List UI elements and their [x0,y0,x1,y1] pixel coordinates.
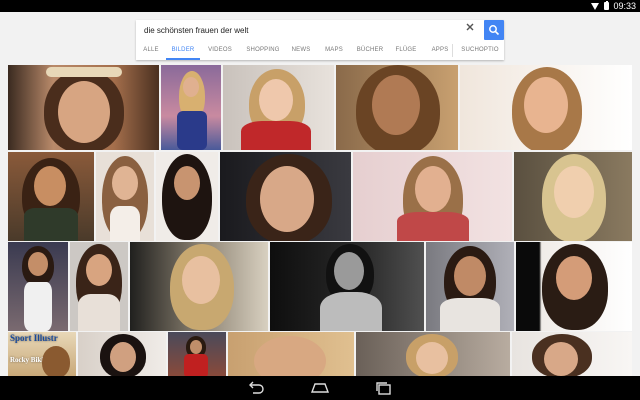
search-input[interactable] [144,24,464,37]
tab-videos[interactable]: VIDEOS [200,41,240,60]
search-button[interactable] [484,20,504,40]
search-icon [489,25,500,36]
result-image[interactable] [460,65,632,150]
result-image[interactable] [8,65,159,150]
close-icon[interactable] [464,21,476,33]
tab-buecher[interactable]: BÜCHER [352,41,388,60]
search-tabs: ALLE BILDER VIDEOS SHOPPING NEWS MAPS BÜ… [136,41,504,60]
recents-icon[interactable] [374,380,394,396]
result-image[interactable] [156,152,218,241]
wifi-icon [591,2,600,10]
status-bar: 09:33 [0,0,640,12]
result-image[interactable]: Sport Illustr Rocky Bikini [8,332,76,376]
tab-alle[interactable]: ALLE [136,41,166,60]
result-image[interactable] [168,332,226,376]
tab-news[interactable]: NEWS [286,41,316,60]
result-image[interactable] [512,332,632,376]
result-image[interactable] [356,332,510,376]
result-image[interactable] [78,332,166,376]
tab-bilder[interactable]: BILDER [166,41,200,60]
back-icon[interactable] [246,380,266,396]
result-image[interactable] [353,152,512,241]
tab-fluege[interactable]: FLÜGE [388,41,424,60]
result-image[interactable] [8,152,94,241]
result-image[interactable] [336,65,458,150]
navigation-bar [0,376,640,400]
result-image[interactable] [70,242,128,331]
result-image[interactable] [270,242,424,331]
magazine-cover-text: Sport Illustr [10,333,58,343]
result-image[interactable] [161,65,221,150]
tab-suchoptionen[interactable]: SUCHOPTIO [456,41,504,60]
result-image[interactable] [426,242,514,331]
result-image[interactable] [516,242,632,331]
tab-divider [452,44,453,57]
result-image[interactable] [8,242,68,331]
home-icon[interactable] [310,380,330,396]
result-image[interactable] [514,152,632,241]
battery-icon [604,1,610,10]
image-results-grid: Sport Illustr Rocky Bikini [0,65,640,376]
result-image[interactable] [228,332,354,376]
tab-maps[interactable]: MAPS [316,41,352,60]
tab-shopping[interactable]: SHOPPING [240,41,286,60]
result-image[interactable] [96,152,154,241]
status-clock: 09:33 [613,1,636,11]
result-image[interactable] [223,65,334,150]
result-image[interactable] [130,242,268,331]
result-image[interactable] [220,152,351,241]
